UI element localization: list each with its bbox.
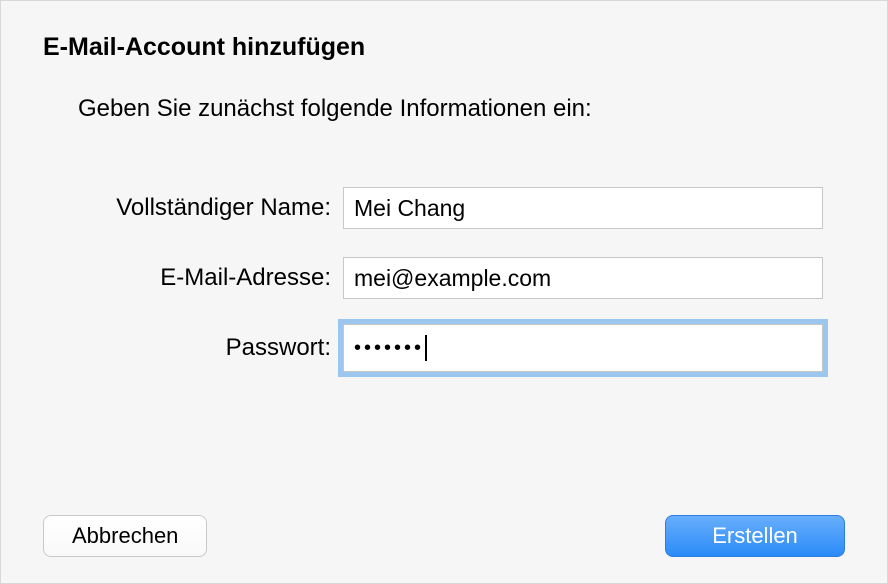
fullname-row: Vollständiger Name: bbox=[1, 185, 887, 231]
email-label: E-Mail-Adresse: bbox=[1, 264, 343, 292]
dialog-title: E-Mail-Account hinzufügen bbox=[43, 33, 365, 62]
create-button[interactable]: Erstellen bbox=[665, 515, 845, 557]
fullname-label: Vollständiger Name: bbox=[1, 194, 343, 222]
email-row: E-Mail-Adresse: bbox=[1, 255, 887, 301]
password-label: Passwort: bbox=[1, 334, 343, 362]
cancel-button[interactable]: Abbrechen bbox=[43, 515, 207, 557]
account-form: Vollständiger Name: E-Mail-Adresse: Pass… bbox=[1, 185, 887, 395]
fullname-input[interactable] bbox=[343, 187, 823, 229]
password-value: ••••••• bbox=[354, 337, 424, 360]
add-mail-account-dialog: E-Mail-Account hinzufügen Geben Sie zunä… bbox=[0, 0, 888, 584]
password-input[interactable]: ••••••• bbox=[343, 324, 823, 372]
dialog-subtitle: Geben Sie zunächst folgende Informatione… bbox=[78, 95, 592, 123]
text-cursor bbox=[425, 335, 427, 361]
password-row: Passwort: ••••••• bbox=[1, 325, 887, 371]
email-input[interactable] bbox=[343, 257, 823, 299]
button-bar: Abbrechen Erstellen bbox=[1, 515, 887, 557]
